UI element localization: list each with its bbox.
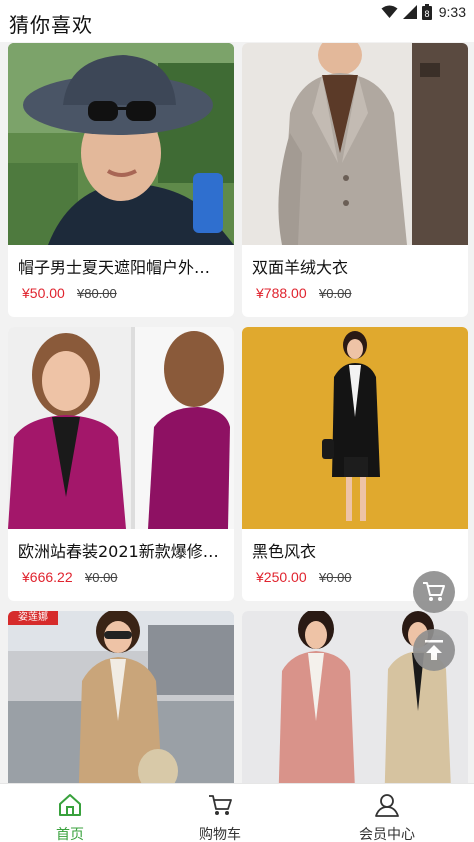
product-original-price: ¥0.00 [319,570,352,585]
product-image-camel-trench[interactable]: 姿莲娜 [8,611,234,791]
product-image-black-trench[interactable] [242,327,468,529]
product-image-man-bucket-hat[interactable] [8,43,234,245]
product-card[interactable]: 双面羊绒大衣 ¥788.00 ¥0.00 [242,43,468,317]
product-price: ¥250.00 [256,569,307,585]
system-status: 8 9:33 [381,2,466,22]
tab-label: 首页 [56,827,84,842]
product-price: ¥666.22 [22,569,73,585]
back-to-top-button[interactable] [413,629,455,671]
product-name: 帽子男士夏天遮阳帽户外… [18,258,211,277]
bottom-tab-bar: 首页 购物车 会员中心 [0,783,474,842]
product-price: ¥788.00 [256,285,307,301]
cart-icon [209,795,232,815]
cart-icon [423,582,445,601]
battery-icon: 8 [421,4,432,20]
clock: 9:33 [438,4,466,20]
product-name: 双面羊绒大衣 [252,258,349,277]
brand-badge: 姿莲娜 [8,611,58,625]
back-to-top-icon [425,640,443,660]
tab-cart[interactable]: 购物车 [160,784,280,842]
product-card[interactable]: 姿莲娜 [8,611,234,791]
wifi-icon [381,5,398,18]
svg-text:8: 8 [424,9,429,19]
product-card[interactable]: 黑色风衣 ¥250.00 ¥0.00 [242,327,468,601]
tab-label: 购物车 [199,827,241,842]
page-title: 猜你喜欢 [9,13,93,37]
cart-float-button[interactable] [413,571,455,613]
product-price: ¥50.00 [22,285,65,301]
home-icon [59,794,81,816]
product-image-magenta-blazer[interactable] [8,327,234,529]
tab-label: 会员中心 [359,827,415,842]
product-name: 黑色风衣 [252,542,317,561]
product-original-price: ¥0.00 [319,286,352,301]
product-card[interactable]: 帽子男士夏天遮阳帽户外… ¥50.00 ¥80.00 [8,43,234,317]
product-name: 欧洲站春装2021新款爆修… [18,542,219,561]
tab-home[interactable]: 首页 [10,784,130,842]
product-image-grey-coat[interactable] [242,43,468,245]
user-icon [375,794,399,817]
signal-icon [402,5,417,19]
product-original-price: ¥0.00 [85,570,118,585]
tab-member-center[interactable]: 会员中心 [327,784,447,842]
product-card[interactable]: 欧洲站春装2021新款爆修… ¥666.22 ¥0.00 [8,327,234,601]
header-bar: 猜你喜欢 8 9:33 [0,0,474,42]
product-original-price: ¥80.00 [77,286,117,301]
